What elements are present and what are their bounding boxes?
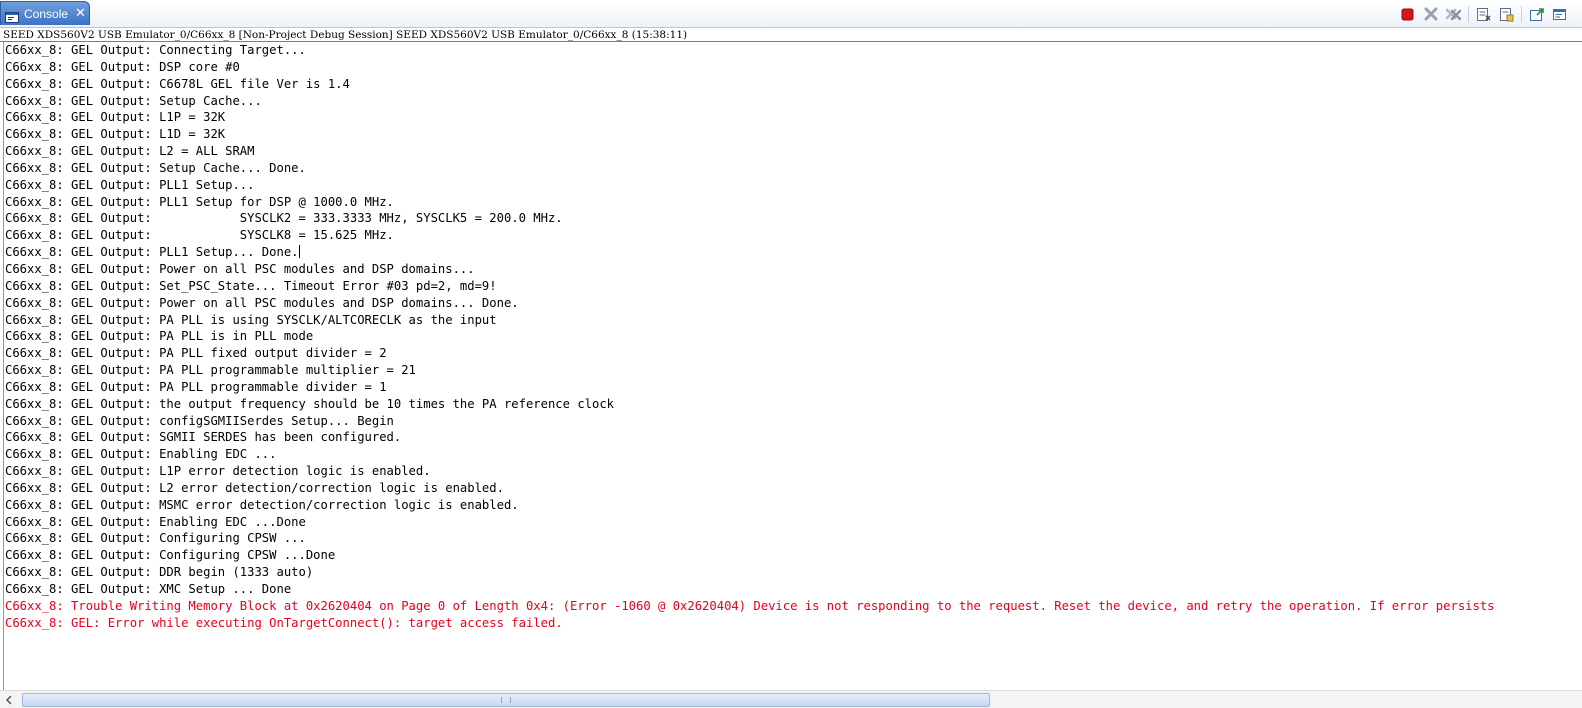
toolbar-separator <box>1468 6 1469 22</box>
terminate-icon[interactable] <box>1399 6 1416 23</box>
console-line: C66xx_8: GEL Output: PA PLL programmable… <box>5 379 387 394</box>
toolbar-separator <box>1521 6 1522 22</box>
console-line: C66xx_8: GEL Output: PLL1 Setup... <box>5 177 255 192</box>
console-line: C66xx_8: GEL Output: C6678L GEL file Ver… <box>5 76 350 91</box>
console-line: C66xx_8: GEL Output: Setup Cache... Done… <box>5 160 306 175</box>
console-line: C66xx_8: GEL Output: DSP core #0 <box>5 59 240 74</box>
console-line: C66xx_8: GEL Output: SYSCLK2 = 333.3333 … <box>5 211 563 226</box>
console-line: C66xx_8: GEL Output: Set_PSC_State... Ti… <box>5 278 497 293</box>
console-line: C66xx_8: GEL Output: PA PLL is using SYS… <box>5 312 497 327</box>
tab-console[interactable]: Console ✕ <box>0 1 90 25</box>
console-view: Console ✕ SEED XDS560V2 USB Emulator_0/C… <box>0 0 1582 708</box>
console-line: C66xx_8: GEL Output: the output frequenc… <box>5 396 615 411</box>
console-line: C66xx_8: GEL Output: Power on all PSC mo… <box>5 295 519 310</box>
clear-console-icon[interactable] <box>1475 6 1492 23</box>
console-line: C66xx_8: GEL Output: configSGMIISerdes S… <box>5 413 394 428</box>
console-icon <box>5 8 19 23</box>
console-line: C66xx_8: GEL Output: L1P = 32K <box>5 110 226 125</box>
console-line: C66xx_8: GEL Output: SYSCLK8 = 15.625 MH… <box>5 228 394 243</box>
remove-launch-icon[interactable] <box>1422 6 1439 23</box>
console-line: C66xx_8: GEL Output: Configuring CPSW ..… <box>5 548 336 563</box>
scroll-left-icon[interactable] <box>2 693 16 707</box>
console-line: C66xx_8: GEL Output: Connecting Target..… <box>5 43 306 57</box>
console-line: C66xx_8: GEL Output: PA PLL fixed output… <box>5 346 387 361</box>
console-line: C66xx_8: GEL Output: SGMII SERDES has be… <box>5 430 402 445</box>
scrollbar-grip <box>501 697 511 703</box>
console-line: C66xx_8: GEL Output: Power on all PSC mo… <box>5 261 475 276</box>
remove-all-terminated-icon[interactable] <box>1445 6 1462 23</box>
console-error-line: C66xx_8: GEL: Error while executing OnTa… <box>5 615 563 630</box>
display-console-icon[interactable] <box>1551 6 1568 23</box>
console-line: C66xx_8: GEL Output: XMC Setup ... Done <box>5 582 292 596</box>
tab-console-label: Console <box>24 6 69 21</box>
pin-console-icon[interactable] <box>1528 6 1545 23</box>
console-error-line: C66xx_8: Trouble Writing Memory Block at… <box>5 598 1495 613</box>
console-toolbar <box>1393 5 1568 23</box>
console-line: C66xx_8: GEL Output: PA PLL is in PLL mo… <box>5 329 314 344</box>
view-tab-bar: Console ✕ <box>0 0 1582 28</box>
console-output[interactable]: C66xx_8: GEL Output: Connecting Target..… <box>3 42 1582 690</box>
console-line: C66xx_8: GEL Output: Configuring CPSW ..… <box>5 531 306 546</box>
console-line: C66xx_8: GEL Output: L2 = ALL SRAM <box>5 144 255 159</box>
text-cursor <box>298 245 300 259</box>
horizontal-scrollbar[interactable] <box>0 690 1582 708</box>
console-line: C66xx_8: GEL Output: DDR begin (1333 aut… <box>5 565 314 580</box>
console-line: C66xx_8: GEL Output: Setup Cache... <box>5 93 262 108</box>
console-line: C66xx_8: GEL Output: L1D = 32K <box>5 127 226 142</box>
console-line: C66xx_8: GEL Output: Enabling EDC ... <box>5 447 277 462</box>
console-line: C66xx_8: GEL Output: Enabling EDC ...Don… <box>5 514 306 529</box>
console-line: C66xx_8: GEL Output: L2 error detection/… <box>5 480 504 495</box>
console-line: C66xx_8: GEL Output: PA PLL programmable… <box>5 363 416 378</box>
console-line: C66xx_8: GEL Output: PLL1 Setup for DSP … <box>5 194 394 209</box>
console-line: C66xx_8: GEL Output: PLL1 Setup... Done. <box>5 245 300 260</box>
console-line: C66xx_8: GEL Output: MSMC error detectio… <box>5 497 519 512</box>
scrollbar-thumb[interactable] <box>22 693 990 707</box>
console-line: C66xx_8: GEL Output: L1P error detection… <box>5 464 431 479</box>
scroll-lock-icon[interactable] <box>1498 6 1515 23</box>
session-title: SEED XDS560V2 USB Emulator_0/C66xx_8 [No… <box>0 28 1582 42</box>
close-icon[interactable]: ✕ <box>75 7 86 20</box>
